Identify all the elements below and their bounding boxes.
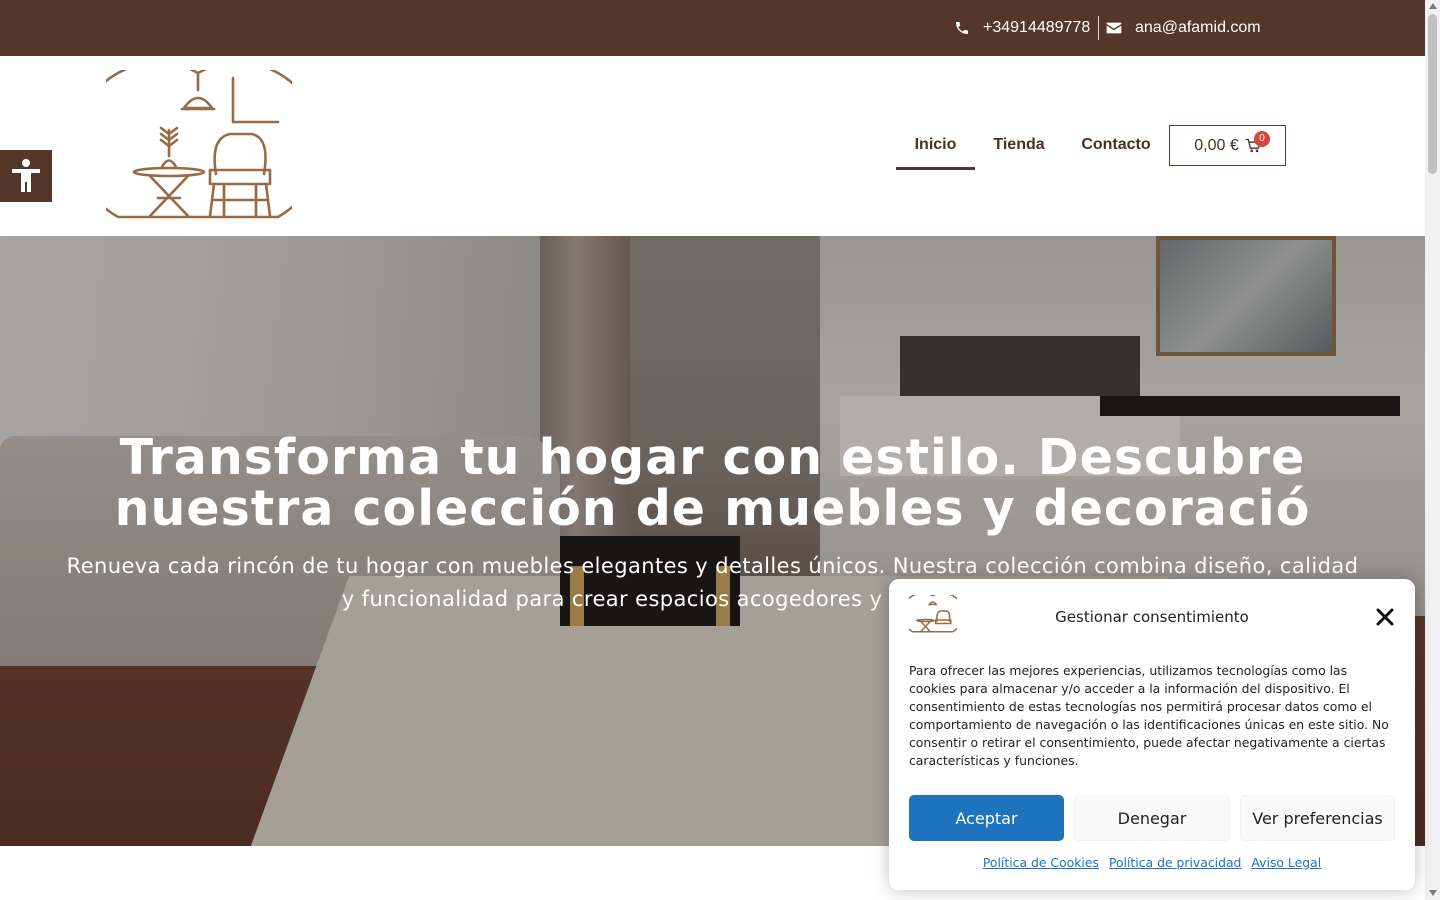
hero-title-line2: nuestra colección de muebles y decoració [114,480,1311,537]
phone-contact[interactable]: +34914489778 [954,0,1090,56]
page-scrollbar[interactable] [1425,0,1440,900]
brand-logo[interactable] [106,70,292,222]
consent-title: Gestionar consentimiento [1055,608,1249,626]
cart-count-badge: 0 [1254,131,1270,147]
deny-button[interactable]: Denegar [1074,795,1230,841]
privacy-policy-link[interactable]: Política de privacidad [1109,855,1241,870]
phone-number: +34914489778 [983,19,1091,36]
accessibility-button[interactable] [0,150,52,202]
hero-title-line1: Transforma tu hogar con estilo. Descubre [119,429,1306,486]
scroll-down-arrow[interactable] [1429,890,1437,896]
accept-button[interactable]: Aceptar [909,795,1064,841]
phone-icon [956,22,968,34]
nav-contacto[interactable]: Contacto [1063,120,1169,170]
main-navigation: Inicio Tienda Contacto [896,120,1169,170]
envelope-icon [1106,22,1122,34]
consent-links: Política de Cookies Política de privacid… [889,855,1415,870]
cart-button[interactable]: 0,00 € 0 [1169,125,1286,166]
consent-body-text: Para ofrecer las mejores experiencias, u… [909,663,1389,768]
site-header: Inicio Tienda Contacto 0,00 € 0 [0,56,1425,236]
scroll-up-arrow[interactable] [1429,3,1437,9]
cookie-policy-link[interactable]: Política de Cookies [983,855,1099,870]
cart-amount: 0,00 € [1194,136,1239,154]
cookie-consent-dialog: Gestionar consentimiento Para ofrecer la… [889,579,1415,890]
email-address: ana@afamid.com [1135,19,1261,36]
contact-divider [1098,16,1099,40]
nav-inicio[interactable]: Inicio [896,120,975,170]
scroll-thumb[interactable] [1428,14,1437,174]
close-icon[interactable] [1375,607,1395,627]
legal-notice-link[interactable]: Aviso Legal [1251,855,1321,870]
email-contact[interactable]: ana@afamid.com [1106,0,1261,56]
nav-tienda[interactable]: Tienda [975,120,1063,170]
accessibility-icon [12,159,40,192]
view-preferences-button[interactable]: Ver preferencias [1240,795,1395,841]
top-contact-bar: +34914489778 ana@afamid.com [0,0,1425,56]
hero-title: Transforma tu hogar con estilo. Descubre… [50,432,1375,534]
